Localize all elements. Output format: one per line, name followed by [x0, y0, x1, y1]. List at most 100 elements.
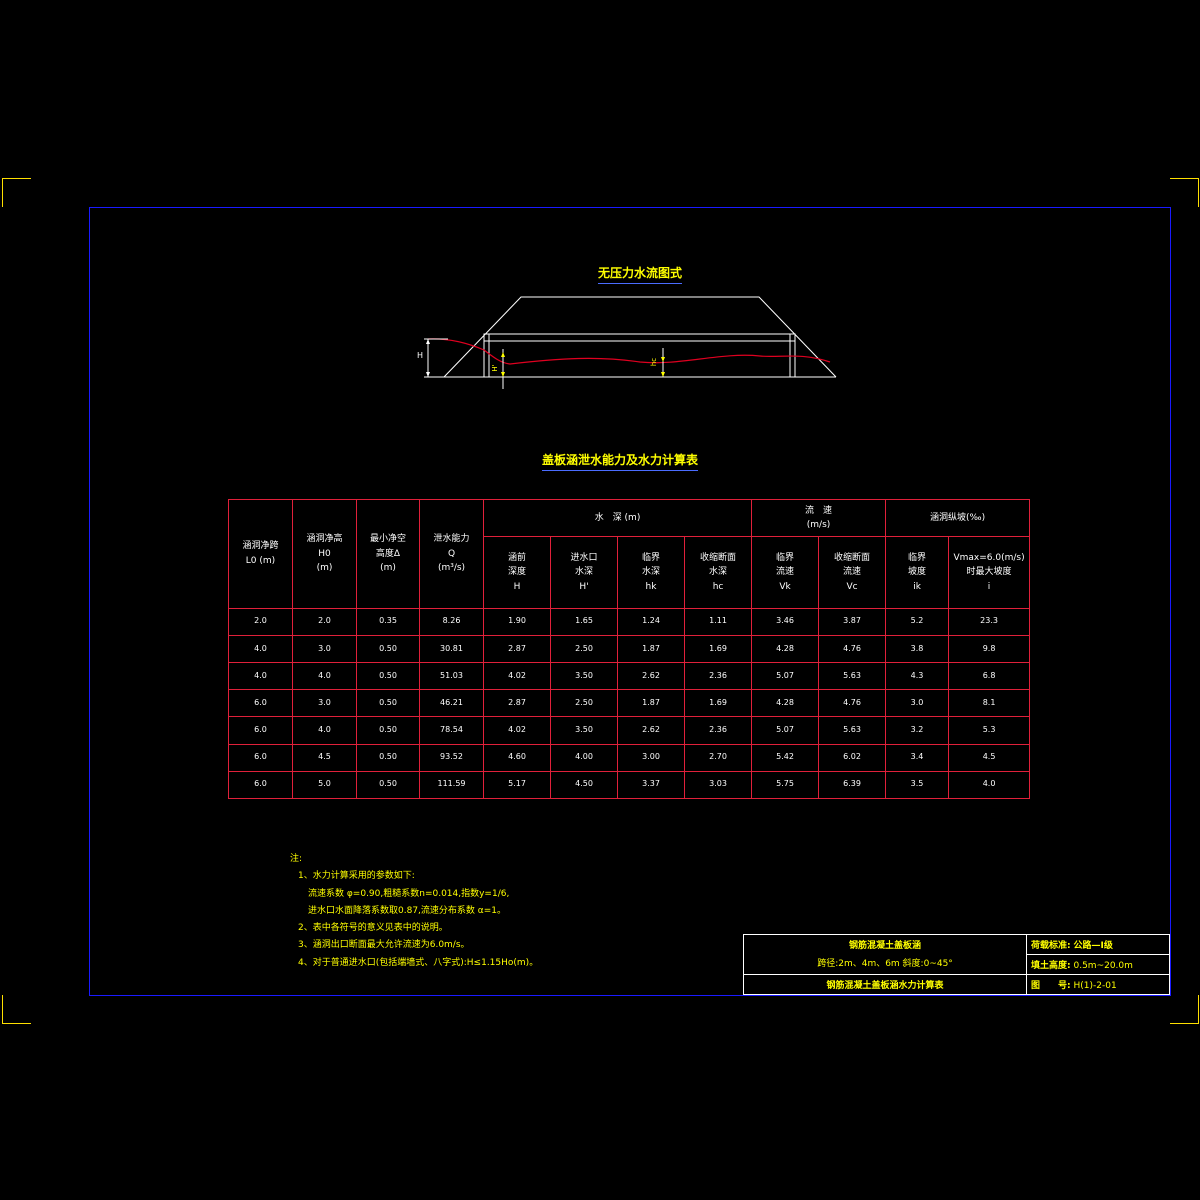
header-hc-l3: hc — [712, 581, 724, 592]
note-2: 2、表中各符号的意义见表中的说明。 — [298, 923, 448, 934]
table-cell: 4.28 — [751, 634, 820, 664]
table-cell: 3.87 — [818, 607, 887, 636]
header-clearance-symbol: 高度Δ — [375, 548, 401, 559]
table-cell: 9.8 — [948, 634, 1031, 664]
header-Hp-l1: 进水口 — [570, 552, 598, 563]
header-velocity-unit: (m/s) — [806, 520, 831, 531]
table-cell: 3.03 — [683, 770, 753, 800]
table-cell: 1.69 — [683, 634, 753, 664]
table-cell: 5.17 — [483, 770, 551, 800]
table-cell: 111.59 — [419, 770, 484, 800]
table-cell: 3.50 — [550, 662, 618, 691]
header-ik: 临界 坡度 ik — [885, 536, 950, 609]
header-slope: 涵洞纵坡(‰) — [885, 498, 1031, 538]
table-cell: 3.0 — [292, 634, 357, 664]
table-cell: 2.70 — [683, 743, 753, 772]
header-i-l3: i — [987, 581, 991, 592]
note-1: 1、水力计算采用的参数如下: — [298, 871, 415, 882]
label-H: H — [417, 351, 423, 360]
table-cell: 4.76 — [818, 689, 887, 718]
table-cell: 3.5 — [885, 770, 950, 800]
header-ik-l1: 临界 — [908, 552, 927, 563]
header-H: 涵前 深度 H — [483, 536, 551, 609]
table-cell: 2.36 — [683, 716, 753, 745]
table-cell: 1.11 — [683, 607, 753, 636]
header-span-unit: L0 (m) — [245, 555, 276, 566]
table-row: 6.0 5.0 0.50 111.59 5.17 4.50 3.37 3.03 5.75 6.39… — [228, 770, 1031, 800]
hydraulic-table: 涵洞净跨 L0 (m) 涵洞净高 H0 (m) 最小净空 高度Δ (m) 泄水能… — [228, 498, 1031, 800]
header-hk-l2: 水深 — [641, 567, 660, 578]
table-cell: 2.50 — [550, 634, 618, 664]
header-Vk-l1: 临界 — [776, 552, 795, 563]
header-Vk-l2: 流速 — [776, 567, 795, 578]
table-cell: 1.65 — [550, 607, 618, 636]
table-cell: 6.0 — [228, 770, 293, 800]
table-cell: 4.5 — [292, 743, 357, 772]
header-H-l1: 涵前 — [507, 552, 526, 563]
table-cell: 46.21 — [419, 689, 484, 718]
header-hc-l2: 水深 — [709, 567, 728, 578]
table-cell: 4.76 — [818, 634, 887, 664]
table-cell: 0.50 — [356, 662, 420, 691]
header-Vc: 收缩断面 流速 Vc — [818, 536, 887, 609]
table-cell: 3.37 — [617, 770, 685, 800]
table-cell: 4.5 — [948, 743, 1031, 772]
table-cell: 4.0 — [228, 662, 293, 691]
table-cell: 6.0 — [228, 743, 293, 772]
title-block-name-line2: 跨径:2m、4m、6m 斜度:0~45° — [817, 958, 953, 969]
header-hk-l1: 临界 — [641, 552, 660, 563]
header-Vc-l3: Vc — [846, 581, 858, 592]
title-block: 钢筋混凝土盖板涵 跨径:2m、4m、6m 斜度:0~45° 荷载标准: 公路—I… — [743, 934, 1170, 995]
table-cell: 1.90 — [483, 607, 551, 636]
table-cell: 2.50 — [550, 689, 618, 718]
header-height-label: 涵洞净高 — [306, 534, 343, 545]
note-1-params-b: 进水口水面降落系数取0.87,流速分布系数 α=1。 — [308, 905, 506, 916]
table-cell: 0.50 — [356, 770, 420, 800]
table-title: 盖板涵泄水能力及水力计算表 — [541, 451, 699, 471]
header-i-l1: Vmax=6.0(m/s) — [953, 552, 1025, 563]
table-row: 6.0 3.0 0.50 46.21 2.87 2.50 1.87 1.69 4.28 4.76 3… — [228, 689, 1031, 718]
table-cell: 4.0 — [948, 770, 1031, 800]
header-Hp: 进水口 水深 H' — [550, 536, 618, 609]
table-cell: 8.26 — [419, 607, 484, 636]
title-block-name-line1: 钢筋混凝土盖板涵 — [848, 940, 921, 951]
title-block-fill: 填土高度: 0.5m~20.0m — [1026, 954, 1170, 975]
table-cell: 4.0 — [292, 662, 357, 691]
header-Vk: 临界 流速 Vk — [751, 536, 820, 609]
table-cell: 5.0 — [292, 770, 357, 800]
table-cell: 0.50 — [356, 716, 420, 745]
header-height-symbol: H0 — [318, 548, 331, 559]
header-discharge-unit: (m³/s) — [437, 563, 466, 574]
header-Hp-l2: 水深 — [574, 567, 593, 578]
table-cell: 3.46 — [751, 607, 820, 636]
header-hk: 临界 水深 hk — [617, 536, 685, 609]
load-value: 公路—I级 — [1073, 941, 1113, 951]
header-clearance: 最小净空 高度Δ (m) — [356, 499, 420, 609]
table-cell: 0.50 — [356, 743, 420, 772]
table-cell: 0.50 — [356, 689, 420, 718]
table-cell: 3.4 — [885, 743, 950, 772]
header-clearance-label: 最小净空 — [369, 534, 406, 545]
header-discharge-symbol: Q — [447, 548, 456, 559]
table-cell: 2.87 — [483, 689, 551, 718]
header-height-unit: (m) — [316, 563, 333, 574]
header-Vc-l2: 流速 — [843, 567, 862, 578]
header-span: 涵洞净跨 L0 (m) — [228, 499, 293, 609]
table-cell: 5.2 — [885, 607, 950, 636]
header-Vk-l3: Vk — [779, 581, 791, 592]
table-row: 6.0 4.0 0.50 78.54 4.02 3.50 2.62 2.36 5.07 5.63 3… — [228, 716, 1031, 745]
table-cell: 6.0 — [228, 689, 293, 718]
table-cell: 4.50 — [550, 770, 618, 800]
drawing-label: 图 号: — [1031, 981, 1071, 991]
table-cell: 3.50 — [550, 716, 618, 745]
table-cell: 8.1 — [948, 689, 1031, 718]
table-cell: 5.75 — [751, 770, 820, 800]
fill-value: 0.5m~20.0m — [1073, 961, 1133, 971]
table-row: 4.0 4.0 0.50 51.03 4.02 3.50 2.62 2.36 5.07 5.63 4… — [228, 662, 1031, 691]
table-body: 2.0 2.0 0.35 8.26 1.90 1.65 1.24 1.11 3.46 3.87 5.… — [228, 607, 1031, 800]
table-cell: 4.28 — [751, 689, 820, 718]
table-cell: 23.3 — [948, 607, 1031, 636]
table-cell: 6.39 — [818, 770, 887, 800]
header-velocity: 流 速 (m/s) — [751, 498, 887, 538]
table-cell: 6.02 — [818, 743, 887, 772]
